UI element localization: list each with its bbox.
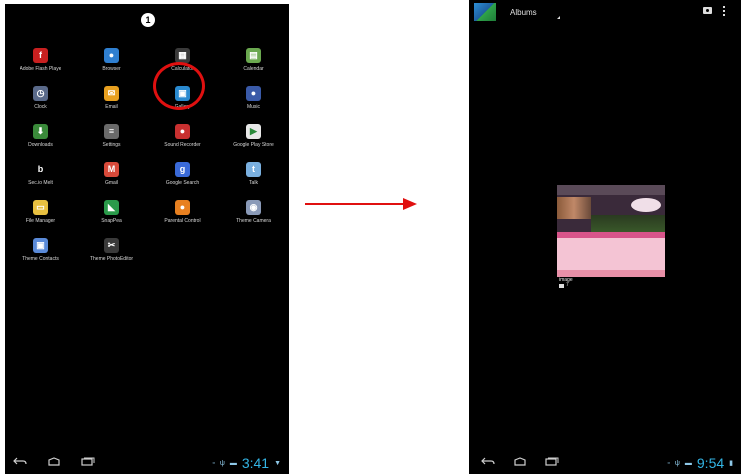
step-number-badge: 1 xyxy=(141,13,155,27)
app-flash[interactable]: f Adobe Flash Playe xyxy=(5,44,76,82)
app-label: Downloads xyxy=(28,142,53,148)
settings-icon: ≡ xyxy=(104,124,119,139)
app-label: File Manager xyxy=(25,218,56,224)
app-microphone[interactable]: ● Sound Recorder xyxy=(147,120,218,158)
album-count: 7 xyxy=(566,282,569,288)
app-melt[interactable]: b Sec.io Melt xyxy=(5,158,76,196)
status-area: ▫ ψ ▬ 3:41 ▼ xyxy=(212,452,281,474)
status-clock: 3:41 xyxy=(241,455,270,471)
flash-icon: f xyxy=(33,48,48,63)
albums-title[interactable]: Albums xyxy=(510,8,537,17)
contacts-icon: ▣ xyxy=(33,238,48,253)
usb-icon: ψ xyxy=(219,459,225,467)
calculator-icon: ▦ xyxy=(175,48,190,63)
app-label: Adobe Flash Playe xyxy=(19,66,62,72)
microphone-icon: ● xyxy=(175,124,190,139)
email-icon: ✉ xyxy=(104,86,119,101)
app-label: Google Play Store xyxy=(233,142,274,148)
right-phone-screen: Albums image 7 ▫ ψ ▬ 9:54 ▮ xyxy=(469,0,741,474)
notification-icon: ▮ xyxy=(729,460,733,467)
recents-icon[interactable] xyxy=(545,457,559,466)
battery-icon: ▬ xyxy=(684,459,692,467)
status-clock: 9:54 xyxy=(696,455,725,471)
app-label: Settings xyxy=(102,142,121,148)
photo-editor-icon: ✂ xyxy=(104,238,119,253)
system-nav-bar: ▫ ψ ▬ 3:41 ▼ xyxy=(5,452,289,474)
overflow-menu-icon[interactable] xyxy=(723,6,725,18)
back-icon[interactable] xyxy=(13,457,27,466)
app-label: SnapPea xyxy=(101,218,122,224)
screenshot-icon: ▫ xyxy=(212,459,215,467)
back-icon[interactable] xyxy=(481,457,495,466)
music-icon: ● xyxy=(246,86,261,101)
app-label: Sound Recorder xyxy=(164,142,201,148)
app-calendar[interactable]: ▤ Calendar xyxy=(218,44,289,82)
app-drawer-grid: f Adobe Flash Playe ● Browser ▦ Calculator ▤ Ca… xyxy=(5,44,289,272)
app-music[interactable]: ● Music xyxy=(218,82,289,120)
app-download[interactable]: ⬇ Downloads xyxy=(5,120,76,158)
wifi-icon: ▼ xyxy=(274,459,281,467)
app-parental-control[interactable]: ● Parental Control xyxy=(147,196,218,234)
camera-icon[interactable] xyxy=(703,7,712,14)
app-label: Theme Contacts xyxy=(22,256,59,262)
app-contacts[interactable]: ▣ Theme Contacts xyxy=(5,234,76,272)
battery-icon: ▬ xyxy=(229,459,237,467)
app-globe[interactable]: ● Browser xyxy=(76,44,147,82)
app-talk[interactable]: t Talk xyxy=(218,158,289,196)
play-store-icon: ▶ xyxy=(246,124,261,139)
app-label: Gmail xyxy=(104,180,119,186)
usb-icon: ψ xyxy=(674,459,680,467)
app-label: Google Search xyxy=(165,180,200,186)
app-label: Theme Camera xyxy=(236,218,271,224)
app-email[interactable]: ✉ Email xyxy=(76,82,147,120)
camera-icon: ◉ xyxy=(246,200,261,215)
clock-icon: ◷ xyxy=(33,86,48,101)
folder-icon: ▭ xyxy=(33,200,48,215)
album-thumbnail[interactable] xyxy=(557,185,665,277)
google-search-icon: g xyxy=(175,162,190,177)
app-google-search[interactable]: g Google Search xyxy=(147,158,218,196)
screenshot-icon: ▫ xyxy=(667,459,670,467)
app-label: Music xyxy=(246,104,261,110)
dropdown-indicator-icon xyxy=(557,16,560,19)
gmail-icon: M xyxy=(104,162,119,177)
app-label: Parental Control xyxy=(164,218,201,224)
highlight-circle xyxy=(153,62,205,110)
app-gmail[interactable]: M Gmail xyxy=(76,158,147,196)
snappea-icon: ◣ xyxy=(104,200,119,215)
app-label: Calendar xyxy=(243,66,264,72)
calendar-icon: ▤ xyxy=(246,48,261,63)
action-bar: Albums xyxy=(469,0,741,24)
app-camera[interactable]: ◉ Theme Camera xyxy=(218,196,289,234)
app-label: Email xyxy=(105,104,118,110)
system-nav-bar: ▫ ψ ▬ 9:54 ▮ xyxy=(469,452,741,474)
left-phone-screen: 1 f Adobe Flash Playe ● Browser ▦ Calculator ▤… xyxy=(5,4,289,474)
gallery-logo-icon[interactable] xyxy=(474,3,496,21)
app-folder[interactable]: ▭ File Manager xyxy=(5,196,76,234)
globe-icon: ● xyxy=(104,48,119,63)
app-label: Theme PhotoEditor xyxy=(89,256,134,262)
app-label: Clock xyxy=(34,104,47,110)
transition-arrow xyxy=(305,198,417,210)
app-play-store[interactable]: ▶ Google Play Store xyxy=(218,120,289,158)
app-photo-editor[interactable]: ✂ Theme PhotoEditor xyxy=(76,234,147,272)
app-settings[interactable]: ≡ Settings xyxy=(76,120,147,158)
app-label: Talk xyxy=(249,180,258,186)
app-snappea[interactable]: ◣ SnapPea xyxy=(76,196,147,234)
status-area: ▫ ψ ▬ 9:54 ▮ xyxy=(667,452,733,474)
home-icon[interactable] xyxy=(513,457,527,466)
download-icon: ⬇ xyxy=(33,124,48,139)
app-clock[interactable]: ◷ Clock xyxy=(5,82,76,120)
talk-icon: t xyxy=(246,162,261,177)
app-label: Browser xyxy=(102,66,121,72)
home-icon[interactable] xyxy=(47,457,61,466)
recents-icon[interactable] xyxy=(81,457,95,466)
app-label: Sec.io Melt xyxy=(28,180,53,186)
parental-control-icon: ● xyxy=(175,200,190,215)
album-folder-icon xyxy=(559,284,564,288)
melt-icon: b xyxy=(33,162,48,177)
